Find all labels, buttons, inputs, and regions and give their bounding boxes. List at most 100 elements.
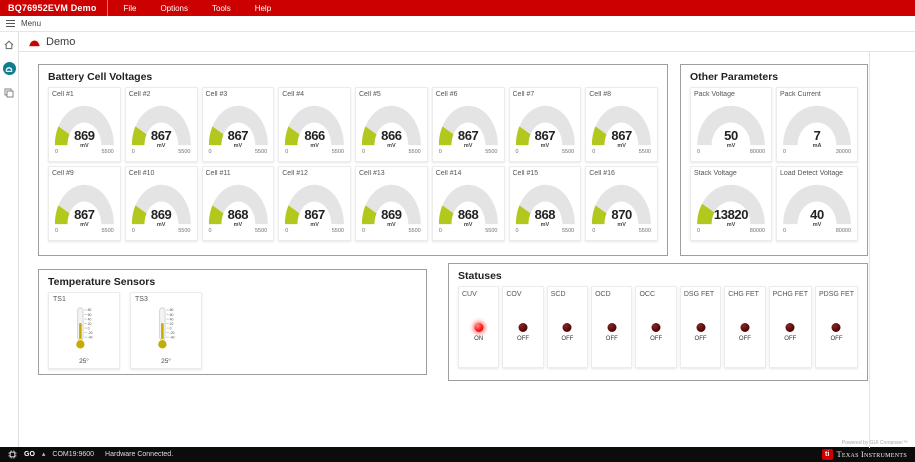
menu-tools[interactable]: Tools <box>200 4 243 13</box>
status-state: OFF <box>636 336 675 342</box>
gauge-widget: 866mV05500 <box>359 100 424 158</box>
gauge-min-label: 0 <box>592 228 595 234</box>
gauge-label: Cell #15 <box>513 170 578 179</box>
gauge-value: 866 <box>282 128 347 143</box>
gauge-widget: 867mV05500 <box>52 179 117 237</box>
svg-text:20: 20 <box>170 322 174 326</box>
gauge-widget: 869mV05500 <box>359 179 424 237</box>
svg-text:0: 0 <box>170 326 172 330</box>
powered-by-label: Powered by GUI Composer™ <box>842 440 908 446</box>
menu-file[interactable]: File <box>112 4 149 13</box>
gauge-max-label: 5500 <box>485 149 497 155</box>
svg-text:40: 40 <box>88 317 92 321</box>
gauge-max-label: 80000 <box>750 149 765 155</box>
gauge-value: 869 <box>359 207 424 222</box>
status-label: COV <box>506 291 539 300</box>
gauge-value: 869 <box>52 128 117 143</box>
status-state: OFF <box>548 336 587 342</box>
thermometer-icon: 806040200-20-40 <box>64 305 104 352</box>
svg-text:-20: -20 <box>170 331 175 335</box>
led-icon <box>832 323 841 332</box>
gauge-value: 7 <box>780 128 854 143</box>
gauge-widget: 867mV05500 <box>436 100 501 158</box>
content-right-divider <box>869 52 870 448</box>
gauge-value: 867 <box>129 128 194 143</box>
status-state: OFF <box>816 336 857 342</box>
registers-icon[interactable] <box>3 86 16 99</box>
gauge-min-label: 0 <box>439 149 442 155</box>
gauge-value: 868 <box>206 207 271 222</box>
gauge-min-label: 0 <box>697 149 700 155</box>
gauge-max-label: 5500 <box>255 228 267 234</box>
status-card: OCC OFF <box>635 286 676 368</box>
ti-wordmark: Texas Instruments <box>837 450 907 459</box>
gauge-label: Cell #10 <box>129 170 194 179</box>
thermometer-widget: 806040200-20-40 <box>135 305 197 357</box>
chip-icon[interactable] <box>8 450 17 459</box>
ti-bug-icon: ti <box>822 449 833 460</box>
status-card: CUVON <box>458 286 499 368</box>
gauge-label: Cell #11 <box>206 170 271 179</box>
demo-page-icon <box>29 37 40 47</box>
svg-text:80: 80 <box>88 308 92 312</box>
status-card: CHG FETOFF <box>724 286 765 368</box>
gauge-label: Pack Voltage <box>694 91 768 100</box>
gauge-max-label: 5500 <box>332 228 344 234</box>
gauge-card: Cell #14868mV05500 <box>432 166 505 241</box>
caret-up-icon[interactable]: ▴ <box>42 451 46 458</box>
demo-dashboard-icon[interactable] <box>3 62 16 75</box>
hamburger-icon[interactable] <box>6 20 15 28</box>
com-port-label: COM19:9600 <box>52 451 94 458</box>
gauge-max-label: 5500 <box>332 149 344 155</box>
gauge-label: Cell #4 <box>282 91 347 100</box>
gauge-widget: 867mV05500 <box>206 100 271 158</box>
gauge-card: Cell #8867mV05500 <box>585 87 658 162</box>
gauge-value: 867 <box>513 128 578 143</box>
led-icon <box>786 323 795 332</box>
gauge-value: 867 <box>282 207 347 222</box>
thermometer-widget: 806040200-20-40 <box>53 305 115 357</box>
gauge-widget: 13820mV080000 <box>694 179 768 237</box>
gauge-max-label: 80000 <box>750 228 765 234</box>
go-label[interactable]: GO <box>24 451 35 458</box>
gauge-min-label: 0 <box>439 228 442 234</box>
gauge-min-label: 0 <box>783 149 786 155</box>
gauge-card: Cell #3867mV05500 <box>202 87 275 162</box>
gauge-label: Cell #14 <box>436 170 501 179</box>
gauge-min-label: 0 <box>592 149 595 155</box>
gauge-min-label: 0 <box>697 228 700 234</box>
gauge-widget: 867mV05500 <box>129 100 194 158</box>
status-label: DSG FET <box>684 291 717 300</box>
menu-options[interactable]: Options <box>148 4 200 13</box>
menu-bar: Menu <box>0 16 915 32</box>
gauge-card: Cell #1869mV05500 <box>48 87 121 162</box>
gauge-value: 867 <box>589 128 654 143</box>
status-label: OCC <box>639 291 672 300</box>
led-icon <box>474 323 483 332</box>
page-title: Demo <box>46 36 75 48</box>
home-icon[interactable] <box>3 38 16 51</box>
gauge-min-label: 0 <box>209 228 212 234</box>
other-params-grid: Pack Voltage50mV080000Pack Current7mA030… <box>681 87 867 241</box>
menu-help[interactable]: Help <box>243 4 283 13</box>
temperature-sensors-panel: Temperature Sensors TS1806040200-20-4025… <box>38 269 427 375</box>
gauge-card: Cell #15868mV05500 <box>509 166 582 241</box>
status-card: COVOFF <box>502 286 543 368</box>
gauge-widget: 868mV05500 <box>513 179 578 237</box>
gauge-card: Cell #6867mV05500 <box>432 87 505 162</box>
status-label: CUV <box>462 291 495 300</box>
gauge-value: 867 <box>436 128 501 143</box>
gauge-min-label: 0 <box>55 228 58 234</box>
battery-cell-grid: Cell #1869mV05500Cell #2867mV05500Cell #… <box>39 87 667 241</box>
gauge-value: 869 <box>129 207 194 222</box>
other-parameters-panel: Other Parameters Pack Voltage50mV080000P… <box>680 64 868 256</box>
gauge-max-label: 5500 <box>102 228 114 234</box>
gauge-card: Cell #12867mV05500 <box>278 166 351 241</box>
temp-sensor-grid: TS1806040200-20-4025°TS3806040200-20-402… <box>39 292 426 369</box>
gauge-card: Pack Voltage50mV080000 <box>690 87 772 162</box>
gauge-value: 866 <box>359 128 424 143</box>
svg-text:-20: -20 <box>88 331 93 335</box>
gauge-min-label: 0 <box>132 149 135 155</box>
gauge-label: Stack Voltage <box>694 170 768 179</box>
gauge-value: 867 <box>206 128 271 143</box>
